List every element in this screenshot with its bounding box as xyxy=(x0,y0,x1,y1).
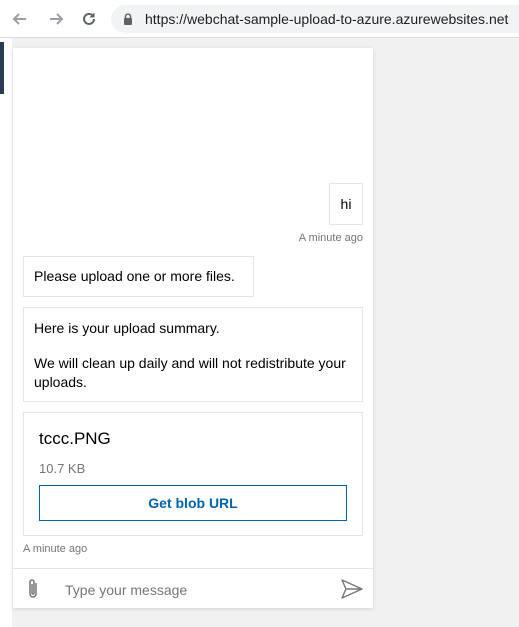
reload-icon xyxy=(83,12,95,25)
webchat-panel: hi A minute ago Please upload one or mor… xyxy=(13,48,373,608)
file-name: tccc.PNG xyxy=(39,429,111,448)
forward-button[interactable] xyxy=(44,7,68,31)
background-page xyxy=(0,38,12,627)
bot-message-bubble: Please upload one or more files. xyxy=(23,256,254,297)
back-button[interactable] xyxy=(8,7,32,31)
user-message-timestamp: A minute ago xyxy=(298,232,363,244)
user-message-text: hi xyxy=(340,195,352,212)
send-icon[interactable] xyxy=(341,579,363,599)
background-page-header xyxy=(0,42,4,94)
summary-notice: We will clean up daily and will not redi… xyxy=(34,355,346,390)
user-message-bubble: hi xyxy=(329,183,363,225)
file-card: tccc.PNG 10.7 KB Get blob URL xyxy=(23,412,363,536)
bot-message-timestamp: A minute ago xyxy=(23,543,88,555)
message-input[interactable] xyxy=(63,578,327,602)
bot-message-text: Please upload one or more files. xyxy=(34,268,235,284)
address-bar[interactable]: https://webchat-sample-upload-to-azure.a… xyxy=(111,5,519,33)
paperclip-icon[interactable] xyxy=(25,577,41,601)
file-size: 10.7 KB xyxy=(39,461,86,476)
browser-toolbar: https://webchat-sample-upload-to-azure.a… xyxy=(0,0,519,38)
send-box xyxy=(13,568,373,608)
summary-heading: Here is your upload summary. xyxy=(34,320,220,336)
lock-icon xyxy=(124,13,132,25)
upload-summary-bubble: Here is your upload summary. We will cle… xyxy=(23,307,363,402)
get-blob-url-button[interactable]: Get blob URL xyxy=(39,485,347,521)
url-text: https://webchat-sample-upload-to-azure.a… xyxy=(145,11,509,27)
back-arrow-icon xyxy=(12,13,26,25)
forward-arrow-icon xyxy=(50,13,64,25)
reload-button[interactable] xyxy=(77,7,101,31)
